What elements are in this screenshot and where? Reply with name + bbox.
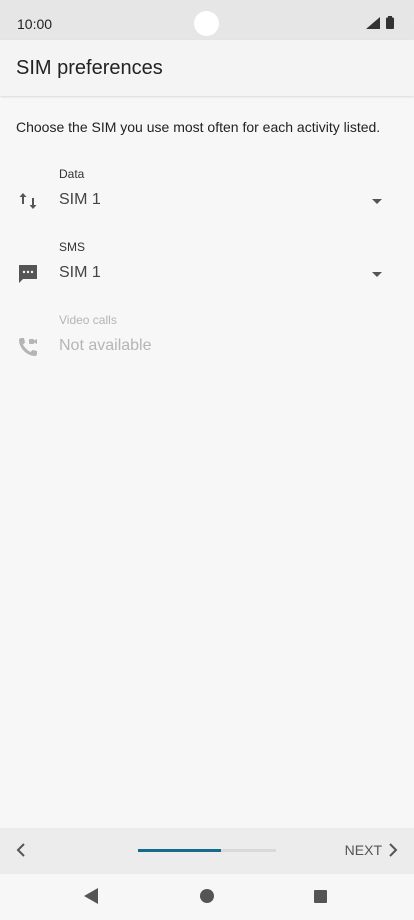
status-icons — [366, 16, 394, 29]
pref-video-calls-label: Video calls — [59, 313, 117, 327]
next-button-label: NEXT — [344, 842, 382, 858]
page-title: SIM preferences — [16, 57, 163, 79]
pref-data[interactable]: Data SIM 1 — [0, 167, 414, 237]
status-bar: 10:00 — [0, 0, 414, 44]
battery-icon — [386, 16, 394, 29]
pref-sms-label: SMS — [59, 240, 86, 254]
pref-data-value: SIM 1 — [59, 191, 101, 208]
back-chevron-icon[interactable] — [14, 842, 28, 858]
setup-bottom-nav: NEXT — [0, 828, 414, 874]
front-camera — [194, 11, 219, 36]
next-button[interactable]: NEXT — [345, 842, 398, 858]
pref-data-label: Data — [59, 167, 85, 181]
setup-progress-bar — [138, 849, 276, 852]
signal-icon — [366, 17, 380, 29]
nav-home-icon[interactable] — [200, 889, 214, 903]
pref-sms[interactable]: SMS SIM 1 — [0, 240, 414, 310]
app-bar: SIM preferences — [0, 40, 414, 96]
nav-recents-icon[interactable] — [314, 890, 327, 903]
pref-sms-value: SIM 1 — [59, 264, 101, 281]
dropdown-arrow-icon[interactable] — [372, 199, 382, 204]
page-description: Choose the SIM you use most often for ea… — [16, 119, 381, 135]
phone-screen: 10:00 SIM preferences Choose the SIM you… — [0, 0, 414, 920]
data-transfer-icon — [19, 193, 37, 209]
pref-video-calls: Video calls Not available — [0, 313, 414, 383]
sms-icon — [19, 265, 37, 283]
pref-video-calls-value: Not available — [59, 337, 152, 354]
nav-back-icon[interactable] — [84, 888, 98, 904]
dropdown-arrow-icon[interactable] — [372, 272, 382, 277]
status-time: 10:00 — [17, 16, 53, 32]
setup-progress-fill — [138, 849, 221, 852]
system-navigation-bar — [0, 874, 414, 920]
video-call-icon — [19, 338, 37, 356]
chevron-right-icon — [389, 843, 398, 857]
